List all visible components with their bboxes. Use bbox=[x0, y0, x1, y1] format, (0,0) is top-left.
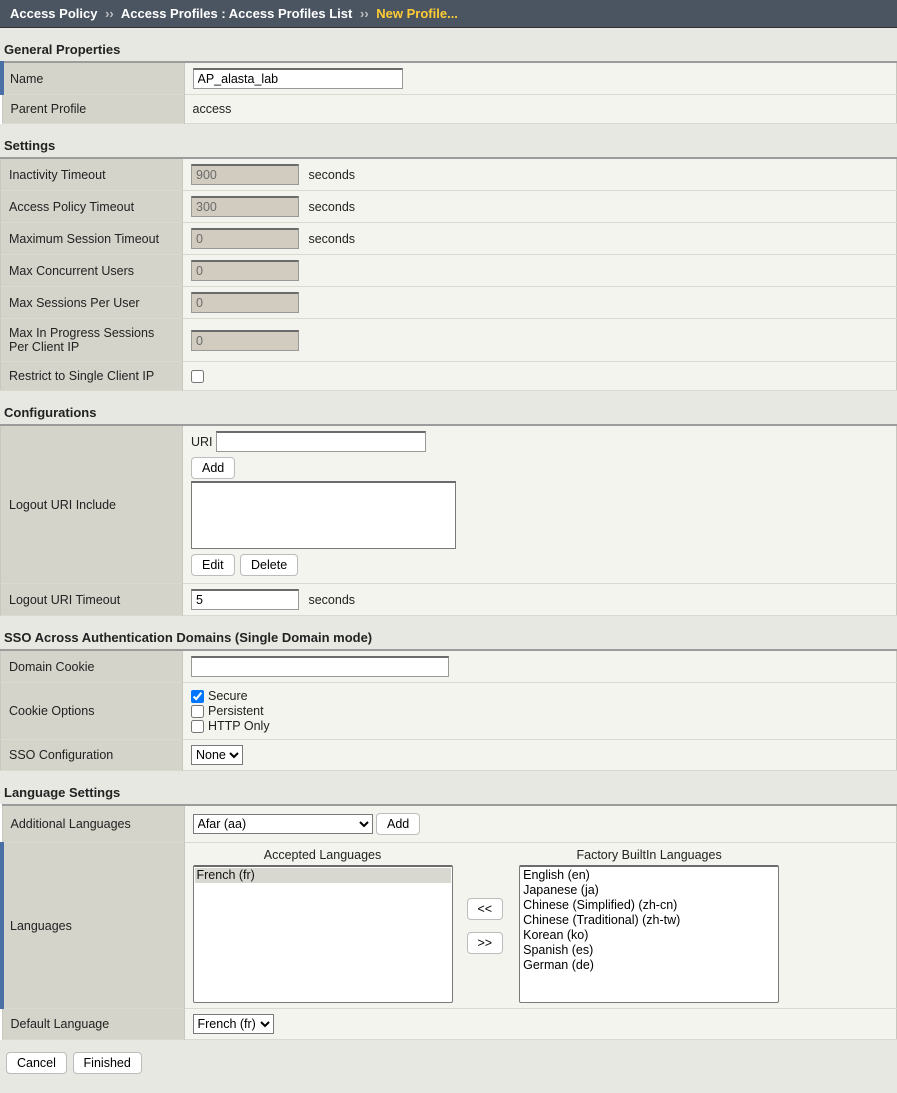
accepted-languages-listbox[interactable]: French (fr) bbox=[193, 865, 453, 1003]
builtin-languages-title: Factory BuiltIn Languages bbox=[576, 848, 721, 862]
domain-cookie-input[interactable] bbox=[191, 656, 449, 677]
restrict-single-ip-label: Restrict to Single Client IP bbox=[1, 362, 183, 391]
seconds-unit: seconds bbox=[308, 168, 355, 182]
inactivity-timeout-label: Inactivity Timeout bbox=[1, 158, 183, 191]
delete-uri-button[interactable]: Delete bbox=[240, 554, 298, 576]
default-language-select[interactable]: French (fr) bbox=[193, 1014, 274, 1034]
settings-table: Inactivity Timeout seconds Access Policy… bbox=[0, 157, 897, 391]
builtin-languages-listbox[interactable]: English (en)Japanese (ja)Chinese (Simpli… bbox=[519, 865, 779, 1003]
logout-uri-include-label: Logout URI Include bbox=[1, 425, 183, 584]
seconds-unit: seconds bbox=[308, 232, 355, 246]
inactivity-timeout-input[interactable] bbox=[191, 164, 299, 185]
breadcrumb-sep: ›› bbox=[360, 6, 369, 21]
secure-checkbox[interactable] bbox=[191, 690, 204, 703]
general-table: Name Parent Profile access bbox=[0, 61, 897, 124]
httponly-label: HTTP Only bbox=[208, 719, 270, 733]
logout-uri-listbox[interactable] bbox=[191, 481, 456, 549]
section-config-title: Configurations bbox=[0, 391, 897, 424]
accepted-languages-title: Accepted Languages bbox=[264, 848, 381, 862]
add-uri-button[interactable]: Add bbox=[191, 457, 235, 479]
seconds-unit: seconds bbox=[308, 593, 355, 607]
name-input[interactable] bbox=[193, 68, 403, 89]
breadcrumb-root[interactable]: Access Policy bbox=[10, 6, 97, 21]
persistent-label: Persistent bbox=[208, 704, 264, 718]
breadcrumb-mid[interactable]: Access Profiles : Access Profiles List bbox=[121, 6, 352, 21]
logout-uri-timeout-input[interactable] bbox=[191, 589, 299, 610]
policy-timeout-input[interactable] bbox=[191, 196, 299, 217]
breadcrumb-sep: ›› bbox=[105, 6, 114, 21]
max-session-timeout-label: Maximum Session Timeout bbox=[1, 223, 183, 255]
uri-input[interactable] bbox=[216, 431, 426, 452]
additional-languages-select[interactable]: Afar (aa) bbox=[193, 814, 373, 834]
breadcrumb-current: New Profile... bbox=[376, 6, 458, 21]
httponly-checkbox[interactable] bbox=[191, 720, 204, 733]
domain-cookie-label: Domain Cookie bbox=[1, 650, 183, 683]
seconds-unit: seconds bbox=[308, 200, 355, 214]
move-right-button[interactable]: >> bbox=[467, 932, 504, 954]
config-table: Logout URI Include URI Add Edit Delete L… bbox=[0, 424, 897, 616]
max-inprogress-label: Max In Progress Sessions Per Client IP bbox=[1, 319, 183, 362]
finished-button[interactable]: Finished bbox=[73, 1052, 142, 1074]
cookie-options-label: Cookie Options bbox=[1, 683, 183, 740]
sso-config-label: SSO Configuration bbox=[1, 740, 183, 771]
move-left-button[interactable]: << bbox=[467, 898, 504, 920]
add-language-button[interactable]: Add bbox=[376, 813, 420, 835]
max-sessions-per-user-input[interactable] bbox=[191, 292, 299, 313]
max-concurrent-users-input[interactable] bbox=[191, 260, 299, 281]
sso-table: Domain Cookie Cookie Options Secure Pers… bbox=[0, 649, 897, 771]
max-concurrent-users-label: Max Concurrent Users bbox=[1, 255, 183, 287]
section-general-title: General Properties bbox=[0, 28, 897, 61]
additional-languages-label: Additional Languages bbox=[2, 805, 184, 843]
edit-uri-button[interactable]: Edit bbox=[191, 554, 235, 576]
breadcrumb: Access Policy ›› Access Profiles : Acces… bbox=[0, 0, 897, 28]
parent-profile-value: access bbox=[184, 95, 897, 124]
section-lang-title: Language Settings bbox=[0, 771, 897, 804]
policy-timeout-label: Access Policy Timeout bbox=[1, 191, 183, 223]
sso-config-select[interactable]: None bbox=[191, 745, 243, 765]
restrict-single-ip-checkbox[interactable] bbox=[191, 370, 204, 383]
persistent-checkbox[interactable] bbox=[191, 705, 204, 718]
max-sessions-per-user-label: Max Sessions Per User bbox=[1, 287, 183, 319]
logout-uri-timeout-label: Logout URI Timeout bbox=[1, 584, 183, 616]
section-sso-title: SSO Across Authentication Domains (Singl… bbox=[0, 616, 897, 649]
name-label: Name bbox=[2, 62, 184, 95]
parent-profile-label: Parent Profile bbox=[2, 95, 184, 124]
max-inprogress-input[interactable] bbox=[191, 330, 299, 351]
section-settings-title: Settings bbox=[0, 124, 897, 157]
languages-label: Languages bbox=[2, 843, 184, 1009]
secure-label: Secure bbox=[208, 689, 248, 703]
uri-label: URI bbox=[191, 435, 213, 449]
lang-table: Additional Languages Afar (aa) Add Langu… bbox=[0, 804, 897, 1040]
cancel-button[interactable]: Cancel bbox=[6, 1052, 67, 1074]
default-language-label: Default Language bbox=[2, 1009, 184, 1040]
max-session-timeout-input[interactable] bbox=[191, 228, 299, 249]
